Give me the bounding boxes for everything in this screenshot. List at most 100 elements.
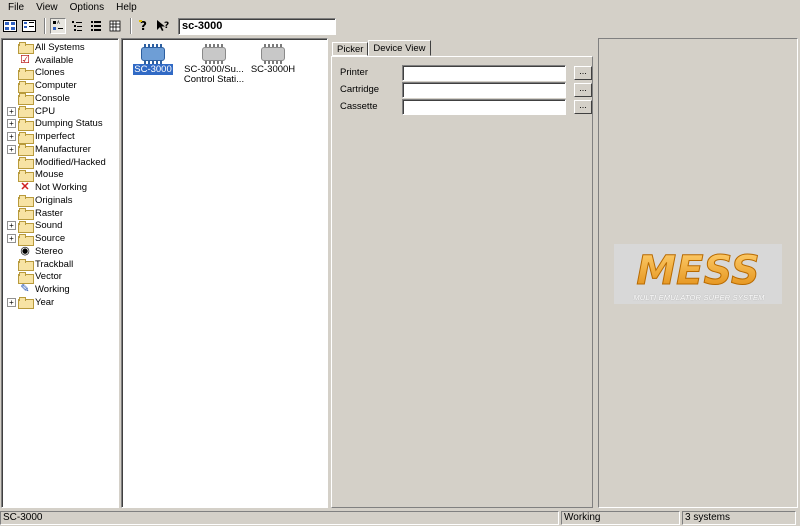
device-label: Cartridge bbox=[340, 84, 380, 95]
tab-device-view[interactable]: Device View bbox=[368, 40, 431, 56]
tree-item-imperfect[interactable]: + Imperfect bbox=[2, 130, 118, 144]
folder-icon bbox=[18, 144, 34, 157]
expand-icon[interactable]: + bbox=[7, 106, 16, 116]
tree-item-label: Trackball bbox=[35, 258, 74, 270]
tree-item-label: Originals bbox=[35, 194, 73, 206]
expand-icon[interactable]: + bbox=[7, 144, 16, 154]
cartridge-path-field[interactable] bbox=[402, 82, 566, 98]
expand-icon[interactable]: + bbox=[7, 297, 16, 307]
folder-icon bbox=[18, 233, 34, 246]
mess-logo: MESS MULTI EMULATOR SUPER SYSTEM bbox=[614, 244, 782, 304]
expand-icon[interactable]: + bbox=[7, 132, 16, 142]
filter-tree: All Systems ☑ Available Clones Computer Conso… bbox=[1, 38, 119, 508]
view-grid-icon[interactable] bbox=[107, 18, 123, 34]
system-item-sc3000h[interactable]: SC-3000H bbox=[248, 44, 298, 75]
tree-item-vector[interactable]: Vector bbox=[2, 271, 118, 284]
systems-list: SC-3000 SC-3000/Su... Control Stati... S… bbox=[121, 38, 328, 508]
tab-picker[interactable]: Picker bbox=[332, 42, 369, 56]
expand-icon[interactable]: + bbox=[7, 234, 16, 244]
chip-icon bbox=[261, 44, 285, 64]
folder-icon bbox=[18, 169, 34, 182]
tree-item-not-working[interactable]: ✕ Not Working bbox=[2, 181, 118, 194]
view-list-icon[interactable]: A bbox=[50, 18, 66, 34]
properties-tabs: Picker Device View bbox=[332, 40, 431, 56]
tree-item-modified-hacked[interactable]: Modified/Hacked bbox=[2, 156, 118, 170]
not-working-icon: ✕ bbox=[20, 181, 30, 194]
menu-help[interactable]: Help bbox=[110, 0, 143, 16]
tree-item-label: Year bbox=[35, 296, 55, 308]
folder-icon bbox=[18, 93, 34, 106]
tree-item-label: Clones bbox=[35, 67, 65, 79]
context-help-icon[interactable]: ? bbox=[155, 18, 171, 34]
logo-text: MESS bbox=[636, 248, 759, 292]
status-state: Working bbox=[561, 511, 680, 525]
chip-icon bbox=[202, 44, 226, 64]
tree-item-available[interactable]: ☑ Available bbox=[2, 54, 118, 67]
menu-file[interactable]: File bbox=[2, 0, 30, 16]
tree-item-label: Vector bbox=[35, 271, 62, 283]
expand-icon[interactable]: + bbox=[7, 119, 16, 129]
system-label: SC-3000 bbox=[133, 64, 173, 75]
menu-bar: File View Options Help bbox=[0, 0, 800, 16]
system-label: SC-3000H bbox=[250, 64, 296, 75]
device-row-printer: Printer ... bbox=[340, 65, 592, 81]
tree-item-mouse[interactable]: Mouse bbox=[2, 169, 118, 182]
tree-item-label: Source bbox=[35, 233, 66, 245]
tree-item-year[interactable]: + Year bbox=[2, 296, 118, 310]
chip-icon bbox=[141, 44, 165, 64]
folder-icon bbox=[18, 220, 34, 233]
system-item-sc3000[interactable]: SC-3000 bbox=[132, 44, 174, 75]
printer-browse-button[interactable]: ... bbox=[574, 66, 592, 80]
view-large-icons-icon[interactable] bbox=[2, 18, 18, 34]
cassette-browse-button[interactable]: ... bbox=[574, 100, 592, 114]
search-input[interactable] bbox=[178, 17, 336, 35]
tree-item-all-systems[interactable]: All Systems bbox=[2, 41, 118, 55]
folder-icon bbox=[18, 157, 34, 170]
device-row-cartridge: Cartridge ... bbox=[340, 82, 592, 98]
cartridge-browse-button[interactable]: ... bbox=[574, 83, 592, 97]
tree-item-label: Raster bbox=[35, 207, 63, 219]
tree-item-label: Computer bbox=[35, 80, 77, 92]
menu-options[interactable]: Options bbox=[64, 0, 110, 16]
logo-subtitle: MULTI EMULATOR SUPER SYSTEM bbox=[633, 293, 765, 302]
tree-item-sound[interactable]: + Sound bbox=[2, 220, 118, 233]
tree-item-dumping-status[interactable]: + Dumping Status bbox=[2, 118, 118, 131]
folder-icon bbox=[18, 118, 34, 131]
tree-item-raster[interactable]: Raster bbox=[2, 207, 118, 221]
tree-item-label: Not Working bbox=[35, 182, 88, 194]
tree-item-label: Mouse bbox=[35, 169, 64, 181]
tree-item-label: Manufacturer bbox=[35, 143, 91, 155]
device-label: Cassette bbox=[340, 101, 378, 112]
view-details-icon[interactable] bbox=[88, 18, 104, 34]
status-selected: SC-3000 bbox=[0, 511, 559, 525]
tree-item-label: Imperfect bbox=[35, 131, 75, 143]
tree-item-manufacturer[interactable]: + Manufacturer bbox=[2, 143, 118, 157]
printer-path-field[interactable] bbox=[402, 65, 566, 81]
tree-item-console[interactable]: Console bbox=[2, 92, 118, 106]
status-bar: SC-3000 Working 3 systems bbox=[0, 511, 800, 526]
tree-item-cpu[interactable]: + CPU bbox=[2, 105, 118, 119]
system-item-sc3000-control-station[interactable]: SC-3000/Su... Control Stati... bbox=[182, 44, 246, 85]
expand-icon[interactable]: + bbox=[7, 221, 16, 231]
tree-item-computer[interactable]: Computer bbox=[2, 79, 118, 93]
toolbar-separator bbox=[44, 18, 46, 34]
view-grouped-icon[interactable] bbox=[69, 18, 85, 34]
tree-item-stereo[interactable]: ◉ Stereo bbox=[2, 245, 118, 258]
folder-icon bbox=[18, 106, 34, 119]
tree-item-trackball[interactable]: Trackball bbox=[2, 258, 118, 272]
mess-logo-mark: MESS bbox=[636, 248, 760, 293]
folder-icon bbox=[18, 195, 34, 208]
tree-item-working[interactable]: ✎ Working bbox=[2, 283, 118, 296]
tree-item-clones[interactable]: Clones bbox=[2, 67, 118, 80]
tree-item-label: CPU bbox=[35, 105, 56, 117]
about-icon[interactable]: ? bbox=[136, 18, 152, 34]
view-small-icons-icon[interactable] bbox=[21, 18, 37, 34]
device-row-cassette: Cassette ... bbox=[340, 99, 592, 115]
folder-icon bbox=[18, 208, 34, 221]
folder-icon bbox=[18, 131, 34, 144]
cassette-path-field[interactable] bbox=[402, 99, 566, 115]
tree-item-source[interactable]: + Source bbox=[2, 232, 118, 246]
menu-view[interactable]: View bbox=[30, 0, 64, 16]
tree-item-originals[interactable]: Originals bbox=[2, 194, 118, 208]
tree-item-label: All Systems bbox=[35, 41, 85, 53]
